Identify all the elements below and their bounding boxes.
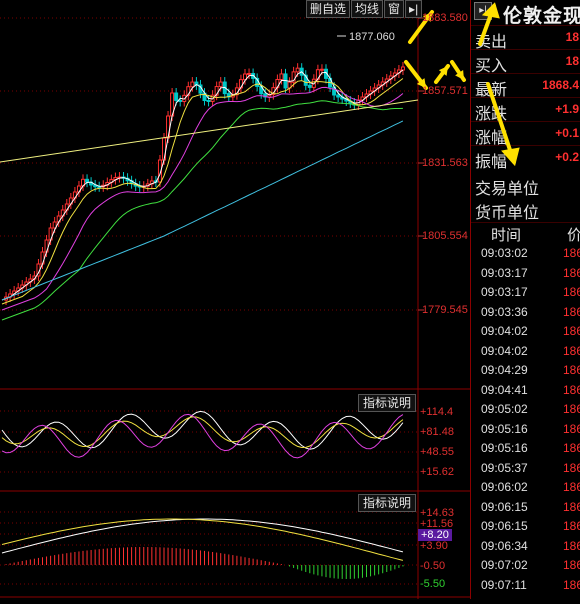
tick-row: 09:04:02 186: [471, 322, 580, 341]
quote-value: +0.1: [555, 126, 579, 140]
indicator1-axis-label: +48.55: [420, 446, 454, 458]
tick-row: 09:07:02 186: [471, 556, 580, 575]
tick-price: 186: [563, 460, 580, 475]
tick-row: 09:05:37 186: [471, 459, 580, 478]
tick-row: 09:03:02 186: [471, 244, 580, 263]
price-axis-label: 1805.554: [422, 230, 468, 242]
tick-row: 09:06:15 186: [471, 517, 580, 536]
indicator1-axis-label: +81.48: [420, 426, 454, 438]
tick-price: 186: [563, 558, 580, 572]
indicator2-axis-label: -5.50: [420, 578, 446, 590]
tick-price: 186: [563, 363, 580, 377]
trade-unit-label: 交易单位: [475, 181, 540, 198]
tick-price: 186: [563, 402, 580, 416]
tick-price: 186: [563, 246, 580, 260]
tick-time: 09:06:02: [481, 480, 528, 494]
tick-price: 186: [563, 480, 580, 494]
indicator2-help-button[interactable]: 指标说明: [358, 494, 417, 512]
tick-price: 186: [563, 265, 580, 280]
quote-row-sell: 卖出 18: [471, 25, 580, 51]
quote-row-last: 最新 1868.4: [471, 73, 580, 99]
price-axis-label: 1779.545: [422, 304, 468, 316]
moving-average-button[interactable]: 均线: [351, 0, 384, 18]
tick-price: 186: [563, 304, 580, 319]
quote-value: +0.2: [555, 150, 579, 164]
tick-time: 09:05:02: [481, 402, 528, 416]
chart-toolbar: 删自选 均线 窗 ▸|: [305, 0, 423, 18]
quote-value: 18: [565, 54, 579, 68]
high-price-marker: 1877.060: [349, 31, 395, 43]
tick-row: 09:05:16 186: [471, 439, 580, 458]
tick-price: 186: [563, 421, 580, 436]
tick-row: 09:05:02 186: [471, 400, 580, 419]
tick-time: 09:04:02: [481, 324, 528, 338]
expand-arrow-icon[interactable]: ▸|: [474, 2, 492, 20]
tick-price-header: 价: [567, 224, 580, 245]
window-button[interactable]: 窗: [384, 0, 405, 18]
tick-row: 09:03:17 186: [471, 283, 580, 302]
price-axis-label: 1831.563: [422, 157, 468, 169]
tick-row: 09:06:02 186: [471, 478, 580, 497]
tick-row: 09:06:15 186: [471, 498, 580, 517]
tick-price: 186: [563, 499, 580, 514]
tick-row: 09:04:02 186: [471, 342, 580, 361]
tick-time: 09:04:29: [481, 363, 528, 377]
tick-price: 186: [563, 343, 580, 358]
tick-time: 09:03:02: [481, 246, 528, 260]
quote-panel: ▸| 伦敦金现 卖出 18 买入 18 最新 1868.4 涨跌 +1.9 涨幅…: [470, 0, 580, 599]
expand-arrow-button[interactable]: ▸|: [405, 0, 423, 18]
price-axis-label: 1857.571: [422, 85, 468, 97]
tick-row: 09:05:16 186: [471, 420, 580, 439]
quote-row-amplitude: 振幅 +0.2: [471, 145, 580, 171]
tick-time: 09:04:02: [481, 343, 528, 358]
tick-time: 09:07:11: [481, 577, 527, 592]
tick-row: 09:04:41 186: [471, 381, 580, 400]
tick-row: 09:06:34 186: [471, 537, 580, 556]
indicator2-axis-label: -0.50: [420, 560, 446, 572]
tick-time: 09:07:02: [481, 558, 528, 572]
quote-title-bar: ▸| 伦敦金现: [471, 0, 580, 27]
quote-row-change-pct: 涨幅 +0.1: [471, 121, 580, 147]
tick-time: 09:04:41: [481, 382, 528, 397]
tick-list-header: 时间 价: [471, 222, 580, 245]
tick-time: 09:05:37: [481, 460, 528, 475]
price-axis-label: 1883.580: [422, 12, 468, 24]
tick-price: 186: [563, 441, 580, 455]
tick-time: 09:05:16: [481, 441, 528, 455]
tick-row: 09:03:17 186: [471, 264, 580, 283]
remove-watchlist-button[interactable]: 删自选: [306, 0, 351, 18]
tick-row: 09:03:36 186: [471, 303, 580, 322]
indicator2-axis-label: +3.90: [420, 540, 448, 552]
tick-time: 09:06:15: [481, 519, 528, 533]
tick-time: 09:06:15: [481, 499, 528, 514]
tick-price: 186: [563, 519, 580, 533]
indicator1-axis-label: +114.4: [420, 406, 454, 418]
tick-time: 09:05:16: [481, 421, 528, 436]
quote-value: 18: [565, 30, 579, 44]
quote-value: +1.9: [555, 102, 579, 116]
chart-area[interactable]: 1877.060 删自选 均线 窗 ▸| 1883.580 1857.571 1…: [0, 0, 470, 599]
tick-price: 186: [563, 382, 580, 397]
tick-price: 186: [563, 324, 580, 338]
tick-time-header: 时间: [491, 227, 522, 244]
instrument-name: 伦敦金现: [503, 6, 580, 27]
tick-time: 09:06:34: [481, 538, 528, 553]
currency-unit-label: 货币单位: [475, 205, 540, 222]
tick-price: 186: [563, 577, 580, 592]
tick-price: 186: [563, 285, 580, 299]
tick-price: 186: [563, 538, 580, 553]
tick-row: 09:04:29 186: [471, 361, 580, 380]
indicator1-help-button[interactable]: 指标说明: [358, 394, 417, 412]
quote-row-buy: 买入 18: [471, 49, 580, 75]
tick-row: 09:07:11 186: [471, 576, 580, 595]
tick-time: 09:03:17: [481, 285, 528, 299]
quote-value: 1868.4: [542, 78, 579, 92]
quote-row-change: 涨跌 +1.9: [471, 97, 580, 123]
tick-time: 09:03:17: [481, 265, 528, 280]
tick-time: 09:03:36: [481, 304, 528, 319]
quote-label: 振幅: [475, 154, 508, 171]
indicator1-axis-label: +15.62: [420, 466, 454, 478]
